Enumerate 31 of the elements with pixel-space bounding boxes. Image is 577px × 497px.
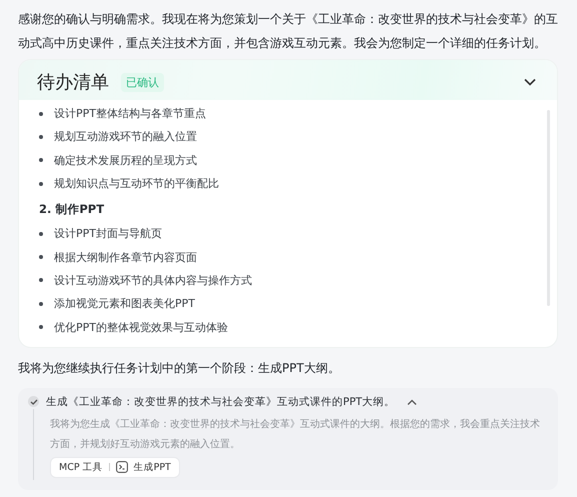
bullet-icon [39, 325, 43, 330]
tool-name: 生成PPT [134, 460, 171, 474]
task-item: 设计PPT整体结构与各章节重点 [54, 106, 206, 122]
task-item: 规划知识点与互动环节的平衡配比 [54, 176, 219, 192]
task-item: 确定技术发展历程的呈现方式 [54, 152, 197, 168]
section-heading: 2. 制作PPT [39, 201, 106, 218]
intro-text: 感谢您的确认与明确需求。我现在将为您策划一个关于《工业革命：改变世界的技术与社会变革》的互动式高中历史课件，重点关注技术方面，并包含游戏互动元素。我会为您制定一个详细的任务计划。 [18, 11, 558, 52]
bullet-icon [39, 158, 43, 162]
tool-chip[interactable]: MCP 工具 生成PPT [50, 456, 180, 478]
status-text: 我将为您继续执行任务计划中的第一个阶段：生成PPT大纲。 [18, 360, 341, 377]
description-text: 我将为您生成《工业革命：改变世界的技术与社会变革》互动式课件的大纲。根据您的需求，我会重点关注技术方面，并规划好互动游戏元素的融入位置。 [50, 418, 541, 452]
task-item: 根据大纲制作各章节内容页面 [54, 250, 197, 265]
step-title: 生成《工业革命：改变世界的技术与社会变革》互动式课件的PPT大纲。 [46, 394, 396, 409]
bullet-icon [39, 278, 43, 282]
bullet-icon [39, 134, 43, 139]
task-item: 规划互动游戏环节的融入位置 [54, 129, 197, 144]
bullet-icon [39, 182, 43, 186]
task-item: 添加视觉元素和图表美化PPT [54, 296, 195, 312]
status-badge: 已确认 [121, 72, 164, 92]
terminal-icon [116, 461, 128, 474]
bullet-icon [39, 112, 43, 116]
chevron-icon [524, 78, 536, 86]
caret-icon [407, 398, 418, 405]
card-title: 待办清单 [37, 71, 109, 94]
bullet-icon [39, 302, 43, 306]
task-item: 设计互动游戏环节的具体内容与操作方式 [54, 272, 252, 288]
bullet-icon [39, 255, 43, 260]
bullet-icon [39, 232, 43, 236]
task-item: 优化PPT的整体视觉效果与互动体验 [54, 320, 228, 335]
task-item: 设计PPT封面与导航页 [54, 226, 162, 242]
tool-label: MCP 工具 [59, 460, 103, 474]
